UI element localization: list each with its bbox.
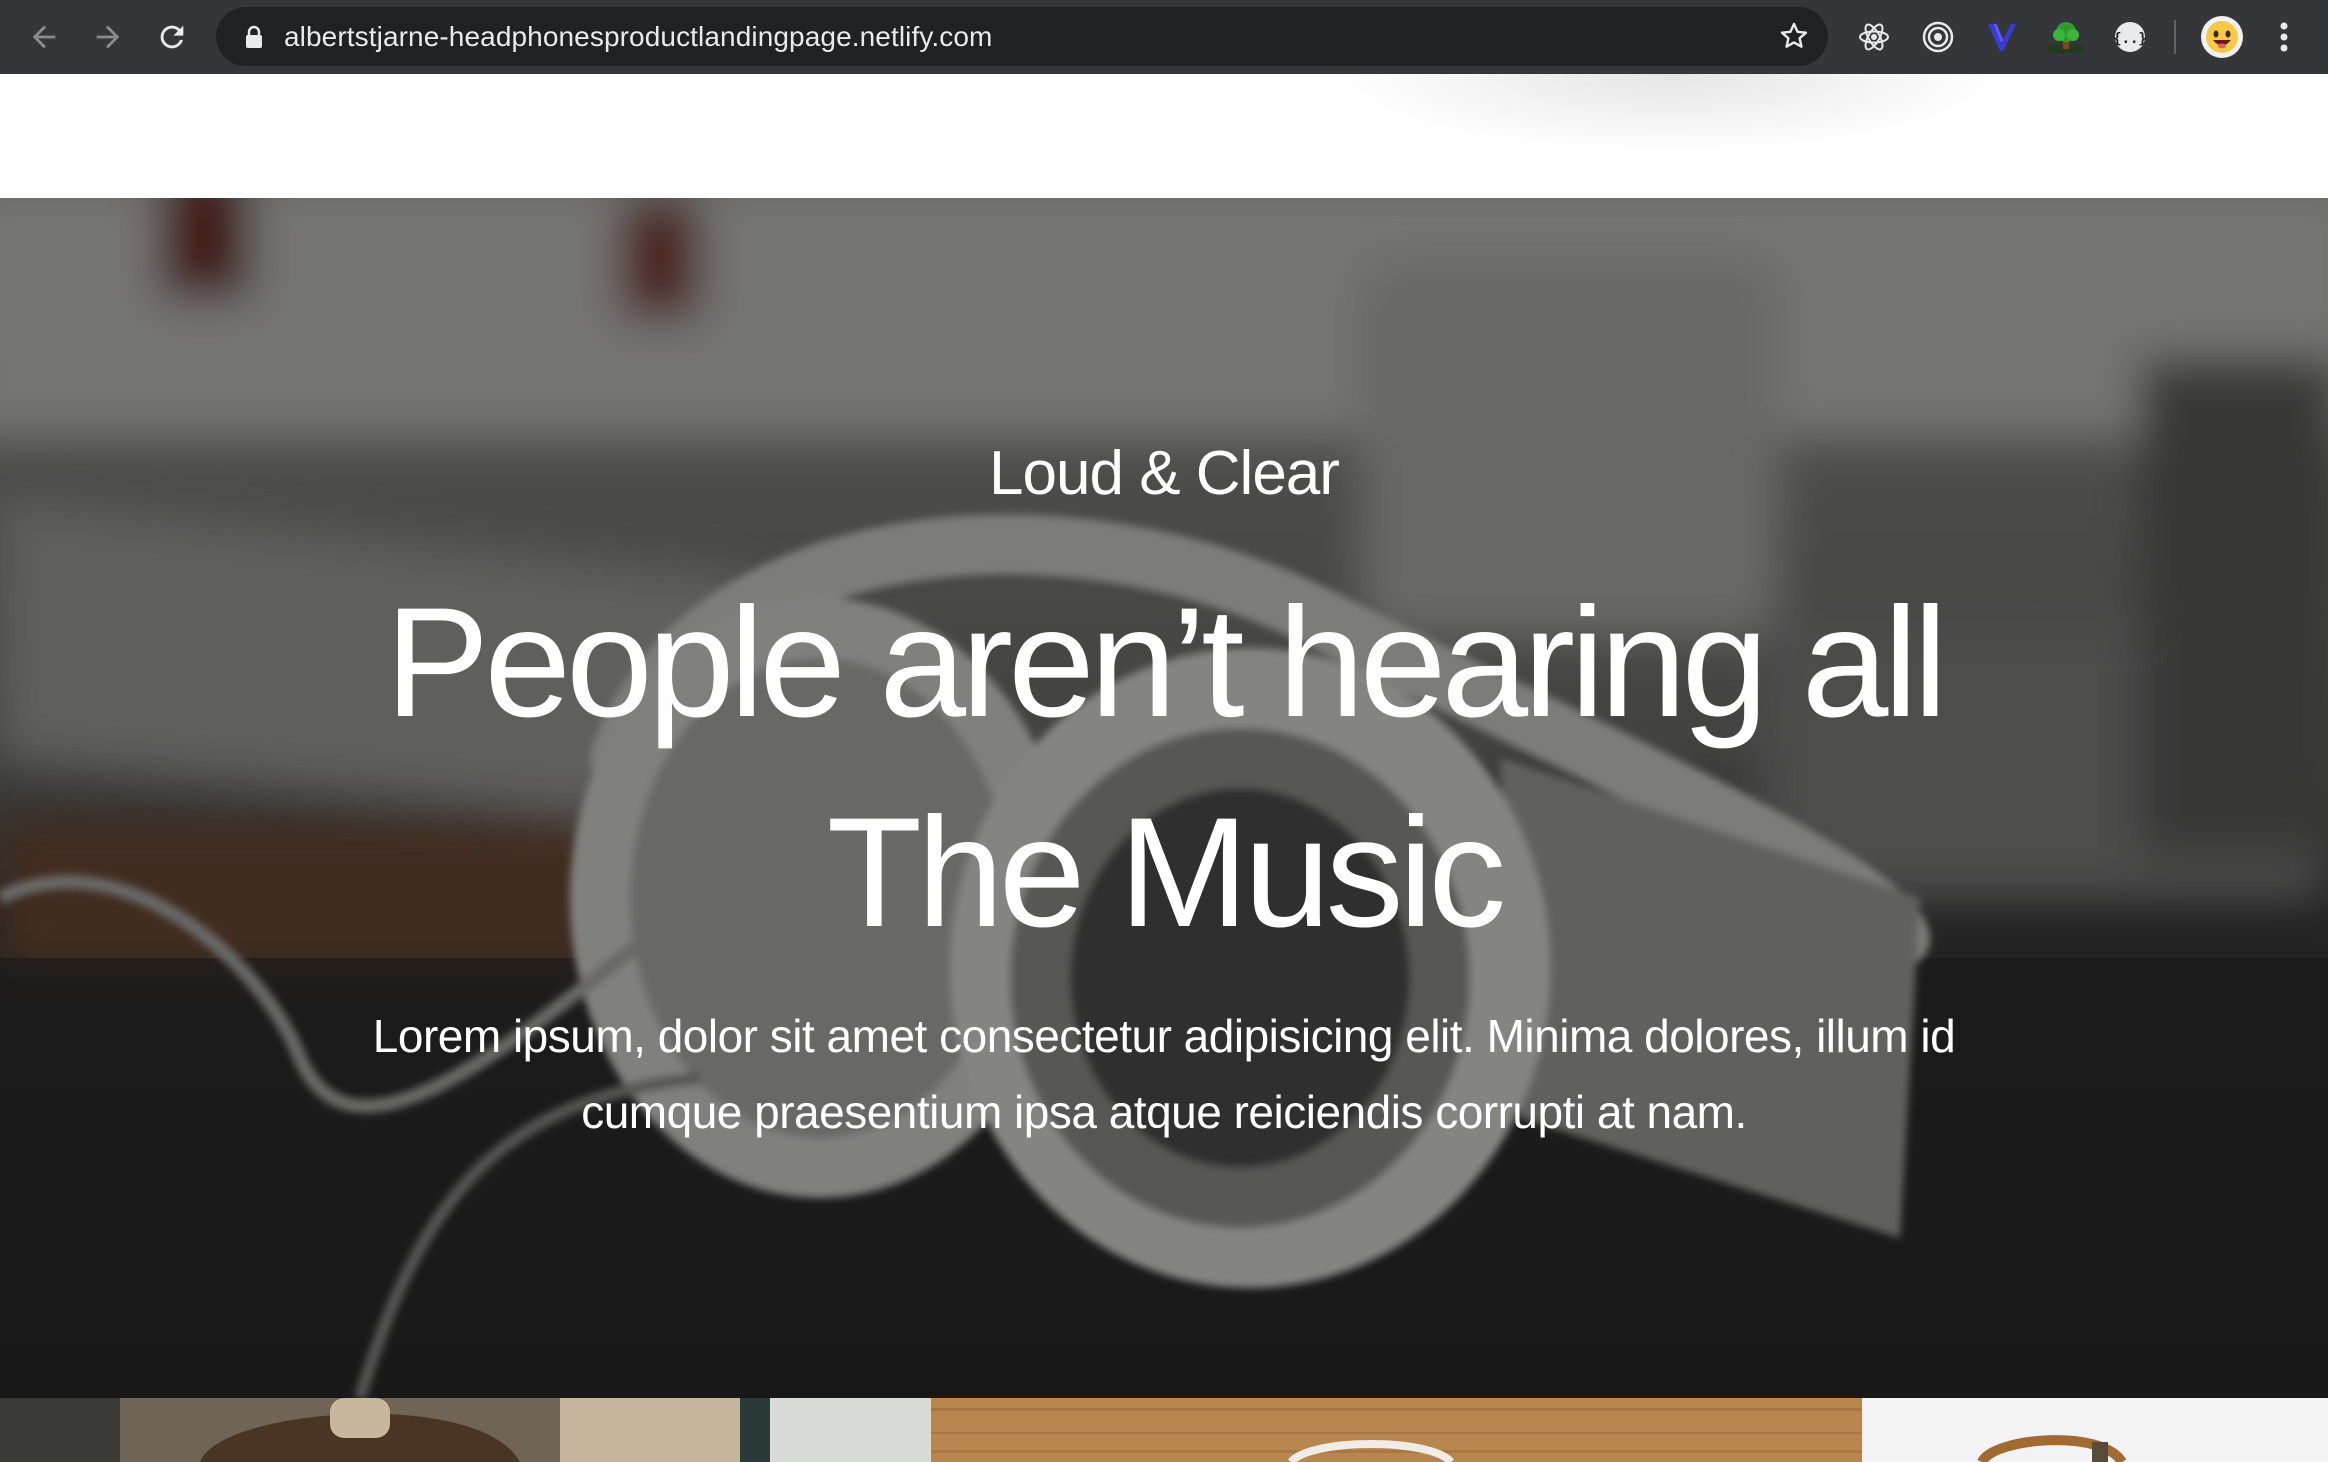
vue-devtools-icon[interactable] [1980,15,2024,59]
hero-title: People aren’t hearing all The Music [340,558,1988,978]
header-shadow [1330,74,2010,154]
person-wearing-headphones-photo [0,1398,931,1462]
json-extension-icon[interactable]: {..} [2108,15,2152,59]
hero-eyebrow: Loud & Clear [989,439,1340,508]
headphones-on-wooden-table-photo [931,1398,1862,1462]
tree-extension-icon[interactable] [2044,15,2088,59]
url-text[interactable]: albertstjarne-headphonesproductlandingpa… [284,7,992,66]
browser-toolbar: albertstjarne-headphonesproductlandingpa… [0,0,2328,74]
toolbar-divider [2174,20,2176,54]
hero-section: Loud & Clear People aren’t hearing all T… [0,198,2328,1398]
back-arrow-icon[interactable] [20,13,68,61]
profile-avatar-icon[interactable] [2198,13,2246,61]
lock-icon [244,25,264,54]
react-devtools-icon[interactable] [1852,15,1896,59]
hero-title-line-1: People aren’t hearing all [385,576,1947,750]
forward-arrow-icon[interactable] [84,13,132,61]
target-extension-icon[interactable] [1916,15,1960,59]
hero-title-line-2: The Music [826,786,1507,960]
hero-content: Loud & Clear People aren’t hearing all T… [0,198,2328,1398]
hero-description: Lorem ipsum, dolor sit amet consectetur … [372,1010,1956,1138]
reload-icon[interactable] [148,13,196,61]
bookmark-star-icon[interactable] [1778,20,1810,57]
address-bar[interactable]: albertstjarne-headphonesproductlandingpa… [216,7,1828,66]
kebab-menu-icon[interactable] [2262,15,2306,59]
headphones-on-white-background-photo [1862,1398,2328,1462]
svg-text:{..}: {..} [2113,31,2147,47]
